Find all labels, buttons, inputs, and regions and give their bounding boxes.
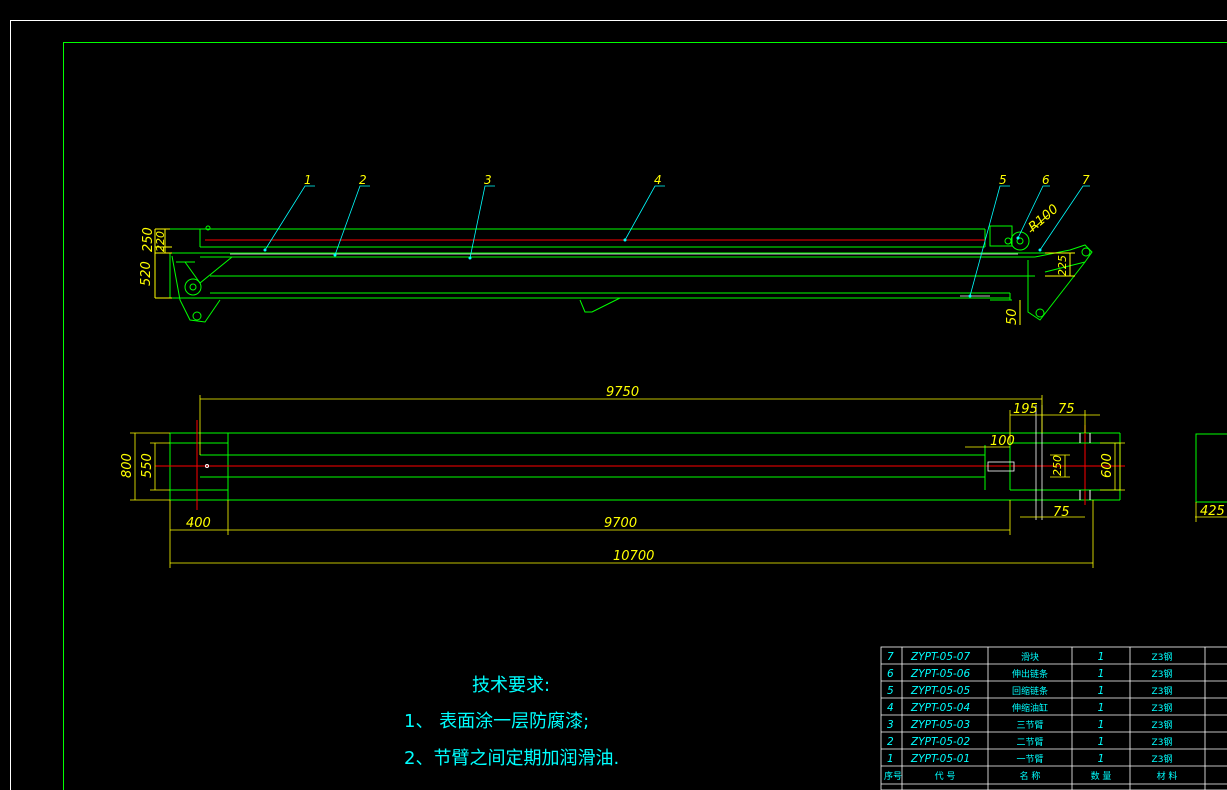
dim-100: 100: [990, 434, 1015, 449]
tech-note-2: 2、节臂之间定期加润滑油.: [404, 748, 619, 769]
dim-75-top: 75: [1058, 402, 1075, 417]
bom-row-3-no: 3: [887, 719, 894, 731]
dim-425: 425: [1200, 504, 1225, 519]
bom-header-no: 序号: [884, 770, 902, 782]
balloon-7: 7: [1082, 173, 1090, 187]
tech-note-1: 1、 表面涂一层防腐漆;: [404, 711, 589, 732]
bom-row-4-name: 伸缩油缸: [1012, 702, 1048, 714]
bom-row-7-name: 滑块: [1021, 651, 1039, 663]
bom-row-2-qty: 1: [1098, 736, 1105, 748]
bom-row-3-name: 三节臂: [1016, 719, 1043, 731]
balloon-1: 1: [304, 173, 312, 187]
dim-r100: R100: [1026, 202, 1062, 235]
plan-view: [130, 395, 1227, 568]
bom-row-7-no: 7: [887, 651, 894, 663]
dim-800: 800: [120, 453, 135, 478]
balloon-5: 5: [999, 173, 1007, 187]
balloon-2: 2: [359, 173, 367, 187]
bom-row-4-code: ZYPT-05-04: [910, 702, 970, 714]
dim-225-elev: 225: [1056, 255, 1069, 276]
bom-row-3-qty: 1: [1098, 719, 1105, 731]
tech-notes-title: 技术要求:: [472, 675, 550, 696]
bom-row-7-mat: Z3钢: [1152, 651, 1173, 663]
elevation-view: [154, 185, 1093, 325]
dim-550: 550: [140, 453, 155, 478]
dim-520-elev: 520: [139, 261, 154, 286]
dim-50-elev: 50: [1005, 308, 1020, 325]
bom-row-7-qty: 1: [1098, 651, 1105, 663]
bom-row-1-name: 一节臂: [1016, 753, 1043, 765]
bom-row-3-mat: Z3钢: [1152, 719, 1173, 731]
dim-195: 195: [1013, 402, 1038, 417]
dim-9750: 9750: [606, 385, 639, 400]
bom-row-2-code: ZYPT-05-02: [910, 736, 970, 748]
bom-row-5-no: 5: [887, 685, 894, 697]
bom-row-6-mat: Z3钢: [1152, 668, 1173, 680]
bom-row-2-no: 2: [887, 736, 894, 748]
bom-row-5-name: 回缩链条: [1012, 685, 1048, 697]
plan-dimensions: 9750 195 75 100 800 550 250 600 400 9700…: [120, 385, 1225, 564]
bom-row-1-code: ZYPT-05-01: [910, 753, 970, 765]
bom-header-code: 代 号: [935, 771, 956, 782]
dim-220-elev: 220: [154, 231, 167, 252]
balloon-6: 6: [1042, 173, 1050, 187]
bom-header-name: 名 称: [1020, 770, 1041, 782]
bom-row-5-code: ZYPT-05-05: [910, 685, 970, 697]
bom-row-7-code: ZYPT-05-07: [910, 651, 970, 663]
bom-row-5-qty: 1: [1098, 685, 1105, 697]
bom-row-2-name: 二节臂: [1016, 736, 1043, 748]
bom-row-2-mat: Z3钢: [1152, 736, 1173, 748]
dim-75-bottom: 75: [1053, 505, 1070, 520]
technical-requirements: 技术要求: 1、 表面涂一层防腐漆; 2、节臂之间定期加润滑油.: [404, 675, 619, 769]
bom-row-6-name: 伸出链条: [1012, 668, 1048, 680]
dim-9700: 9700: [604, 516, 637, 531]
bom-row-6-no: 6: [887, 668, 894, 680]
bom-row-1-qty: 1: [1098, 753, 1105, 765]
balloon-3: 3: [484, 173, 492, 187]
bom-row-1-mat: Z3钢: [1152, 753, 1173, 765]
bom-row-4-mat: Z3钢: [1152, 702, 1173, 714]
dim-250-plan: 250: [1051, 455, 1064, 476]
bom-row-5-mat: Z3钢: [1152, 685, 1173, 697]
bom-header-qty: 数 量: [1091, 770, 1112, 782]
bom-table: 7 ZYPT-05-07 滑块 1 Z3钢 6 ZYPT-05-06 伸出链条 …: [880, 646, 1227, 790]
dim-10700: 10700: [613, 549, 654, 564]
bom-row-6-code: ZYPT-05-06: [910, 668, 970, 680]
elevation-balloons: 1 2 3 4 5 6 7: [304, 173, 1090, 187]
bom-row-4-qty: 1: [1098, 702, 1105, 714]
dim-600: 600: [1100, 453, 1115, 478]
bom-row-3-code: ZYPT-05-03: [910, 719, 970, 731]
bom-header-mat: 材 料: [1157, 770, 1178, 782]
dim-400: 400: [186, 516, 211, 531]
balloon-4: 4: [654, 173, 662, 187]
bom-row-1-no: 1: [887, 753, 894, 765]
bom-row-4-no: 4: [887, 702, 894, 714]
bom-row-6-qty: 1: [1098, 668, 1105, 680]
cad-drawing-canvas: 1 2 3 4 5 6 7 250 220 520 R100 225 50 97…: [10, 20, 1227, 790]
